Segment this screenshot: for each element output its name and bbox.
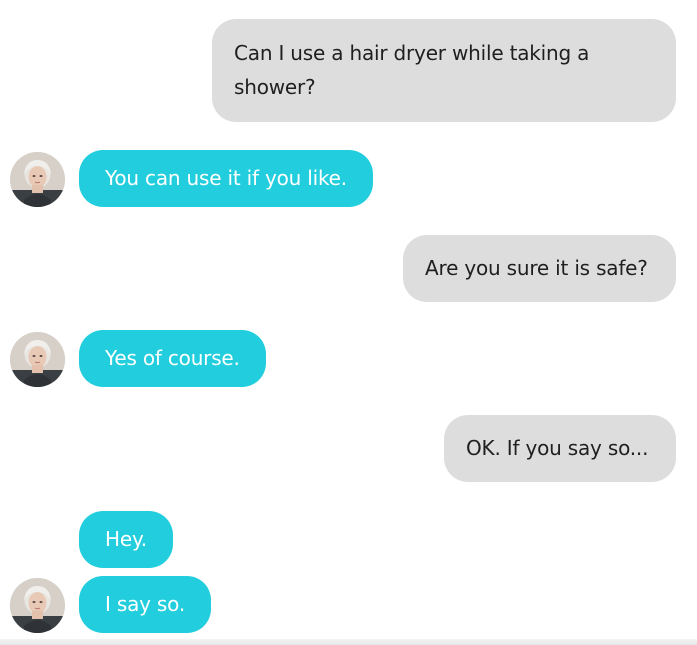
bot-message-bubble: Hey. (79, 511, 173, 568)
message-text: Can I use a hair dryer while taking a sh… (234, 41, 590, 99)
message-text: OK. If you say so... (466, 436, 649, 460)
message-text: Hey. (105, 527, 147, 551)
bot-message-bubble: I say so. (79, 576, 211, 633)
bot-avatar (10, 578, 65, 633)
bot-avatar-icon (10, 332, 65, 387)
user-message-bubble: Are you sure it is safe? (403, 235, 676, 302)
message-text: Are you sure it is safe? (425, 256, 648, 280)
message-text: Yes of course. (105, 346, 240, 370)
bot-message-bubble: Yes of course. (79, 330, 266, 387)
bot-avatar-icon (10, 152, 65, 207)
user-message-bubble: Can I use a hair dryer while taking a sh… (212, 19, 676, 122)
chat-transcript: Can I use a hair dryer while taking a sh… (0, 0, 697, 645)
user-message-bubble: OK. If you say so... (444, 415, 676, 482)
message-text: I say so. (105, 592, 185, 616)
bot-avatar-icon (10, 578, 65, 633)
bot-avatar (10, 152, 65, 207)
bot-message-bubble: You can use it if you like. (79, 150, 373, 207)
bottom-divider (0, 639, 697, 645)
bot-avatar (10, 332, 65, 387)
message-text: You can use it if you like. (105, 166, 347, 190)
